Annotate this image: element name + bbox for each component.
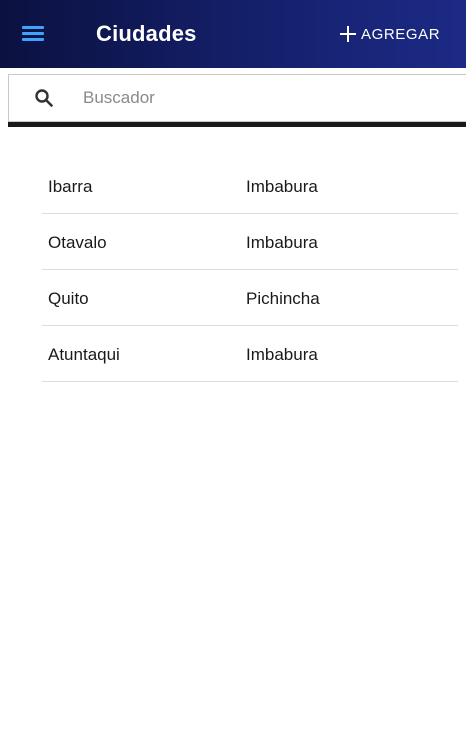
city-province: Imbabura [246,177,318,196]
city-row-otavalo[interactable]: Otavalo Imbabura [42,214,458,270]
add-button-label: AGREGAR [361,25,441,43]
city-province: Pichincha [246,289,320,308]
city-province: Imbabura [246,345,318,364]
city-list: Ibarra Imbabura Otavalo Imbabura Quito P… [42,158,458,382]
hamburger-icon[interactable] [22,22,46,44]
hamburger-line [22,26,44,29]
city-name: Atuntaqui [48,345,120,364]
city-row-atuntaqui[interactable]: Atuntaqui Imbabura [42,326,458,382]
city-name: Quito [48,289,89,308]
city-name: Otavalo [48,233,107,252]
city-province: Imbabura [246,233,318,252]
city-row-ibarra[interactable]: Ibarra Imbabura [42,158,458,214]
add-city-button[interactable]: AGREGAR [340,20,440,48]
hamburger-line [22,38,44,41]
app-bar: Ciudades AGREGAR [0,0,466,68]
search-icon[interactable] [35,89,53,107]
hamburger-line [22,32,44,35]
city-name: Ibarra [48,177,93,196]
search-bar [8,74,466,127]
page-title: Ciudades [96,21,197,46]
city-row-quito[interactable]: Quito Pichincha [42,270,458,326]
plus-icon [340,26,356,42]
search-input[interactable] [83,85,443,111]
